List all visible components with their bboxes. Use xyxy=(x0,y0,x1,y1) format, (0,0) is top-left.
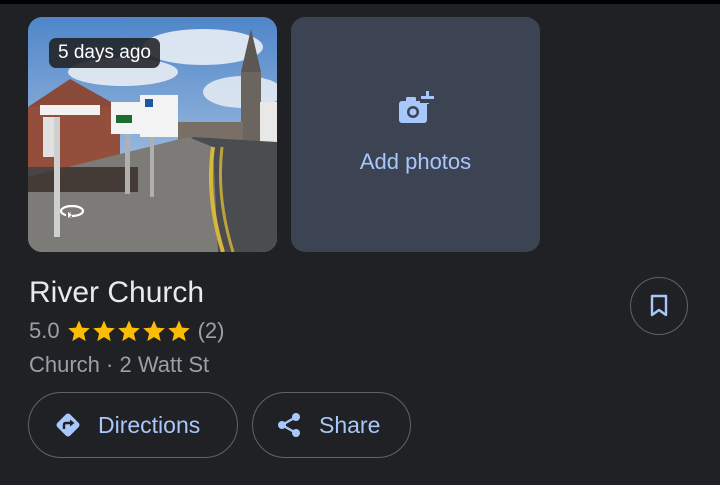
category-address: Church · 2 Watt St xyxy=(29,352,210,377)
street-view-photo[interactable]: 5 days ago xyxy=(28,17,277,252)
star-icon xyxy=(67,320,90,342)
review-count: (2) xyxy=(197,318,225,343)
star-icon xyxy=(92,320,115,342)
share-label: Share xyxy=(319,411,381,438)
bookmark-icon xyxy=(650,294,668,317)
rating-row[interactable]: 5.0 (2) xyxy=(29,316,224,346)
star-icon xyxy=(167,320,190,342)
add-photos-label: Add photos xyxy=(359,148,472,174)
share-icon xyxy=(278,413,300,437)
save-button[interactable] xyxy=(630,277,688,335)
share-button[interactable]: Share xyxy=(252,392,411,458)
place-title: River Church xyxy=(29,276,205,309)
add-photo-camera-icon xyxy=(398,90,434,123)
rating-stars xyxy=(67,319,192,343)
star-icon xyxy=(142,320,165,342)
star-icon xyxy=(117,320,140,342)
directions-label: Directions xyxy=(98,411,201,438)
photo-age-badge: 5 days ago xyxy=(49,38,160,68)
add-photos-button[interactable]: Add photos xyxy=(291,17,540,252)
rating-value: 5.0 xyxy=(29,318,60,343)
directions-icon xyxy=(56,413,80,437)
directions-button[interactable]: Directions xyxy=(28,392,238,458)
360-rotate-icon xyxy=(59,204,85,218)
top-border xyxy=(0,0,720,4)
